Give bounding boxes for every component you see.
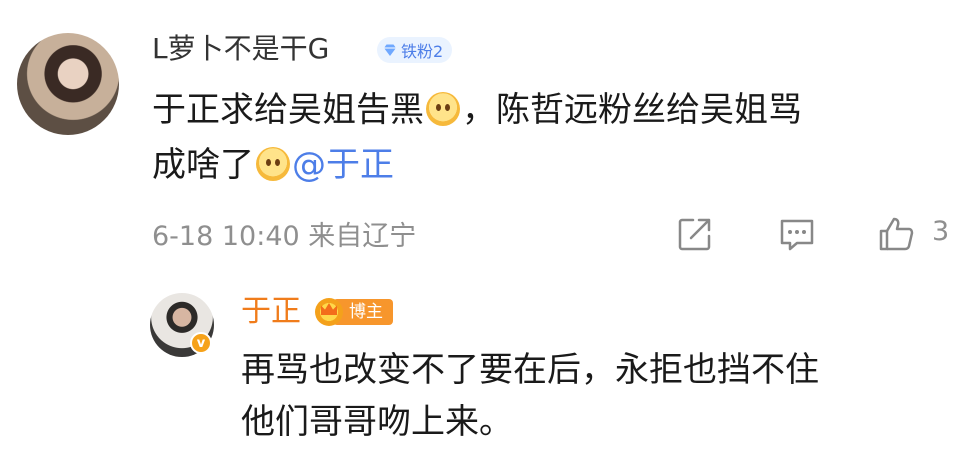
fan-badge-label: 铁粉2 xyxy=(401,42,444,61)
comment-username[interactable]: L萝卜不是干G xyxy=(152,32,329,66)
reply-text-line1: 再骂也改变不了要在后，永拒也挡不住 xyxy=(241,350,819,390)
reply-text-line2: 他们哥哥吻上来。 xyxy=(241,402,513,442)
mention-link[interactable]: @于正 xyxy=(292,145,394,185)
verified-badge-icon: v xyxy=(190,332,212,354)
fan-badge[interactable]: 铁粉2 xyxy=(377,37,453,63)
crown-icon xyxy=(315,298,343,326)
comment-location: 来自辽宁 xyxy=(308,221,417,252)
comment-icon[interactable] xyxy=(778,215,816,253)
diamond-icon xyxy=(384,44,396,56)
avatar[interactable] xyxy=(17,33,119,135)
comment-text: 于正求给吴姐告黑 ，陈哲远粉丝给吴姐骂 成啥了 @于正 xyxy=(152,83,932,193)
like-count: 3 xyxy=(932,216,950,247)
blushing-face-emoji-icon xyxy=(426,92,460,126)
host-badge: 博主 xyxy=(315,298,393,326)
comment-text-line1a: 于正求给吴姐告黑 xyxy=(152,90,424,130)
comment-text-line1b: ，陈哲远粉丝给吴姐骂 xyxy=(462,90,802,130)
confused-face-emoji-icon xyxy=(256,147,290,181)
thumbs-up-icon[interactable] xyxy=(877,215,915,253)
share-icon[interactable] xyxy=(676,215,714,253)
reply-username[interactable]: 于正 xyxy=(241,293,301,331)
comment-meta: 6-18 10:40 来自辽宁 xyxy=(152,214,416,253)
comment-text-line2: 成啥了 xyxy=(152,145,254,185)
comment-date: 6-18 10:40 xyxy=(152,221,300,252)
reply-text: 再骂也改变不了要在后，永拒也挡不住 他们哥哥吻上来。 xyxy=(241,344,941,448)
